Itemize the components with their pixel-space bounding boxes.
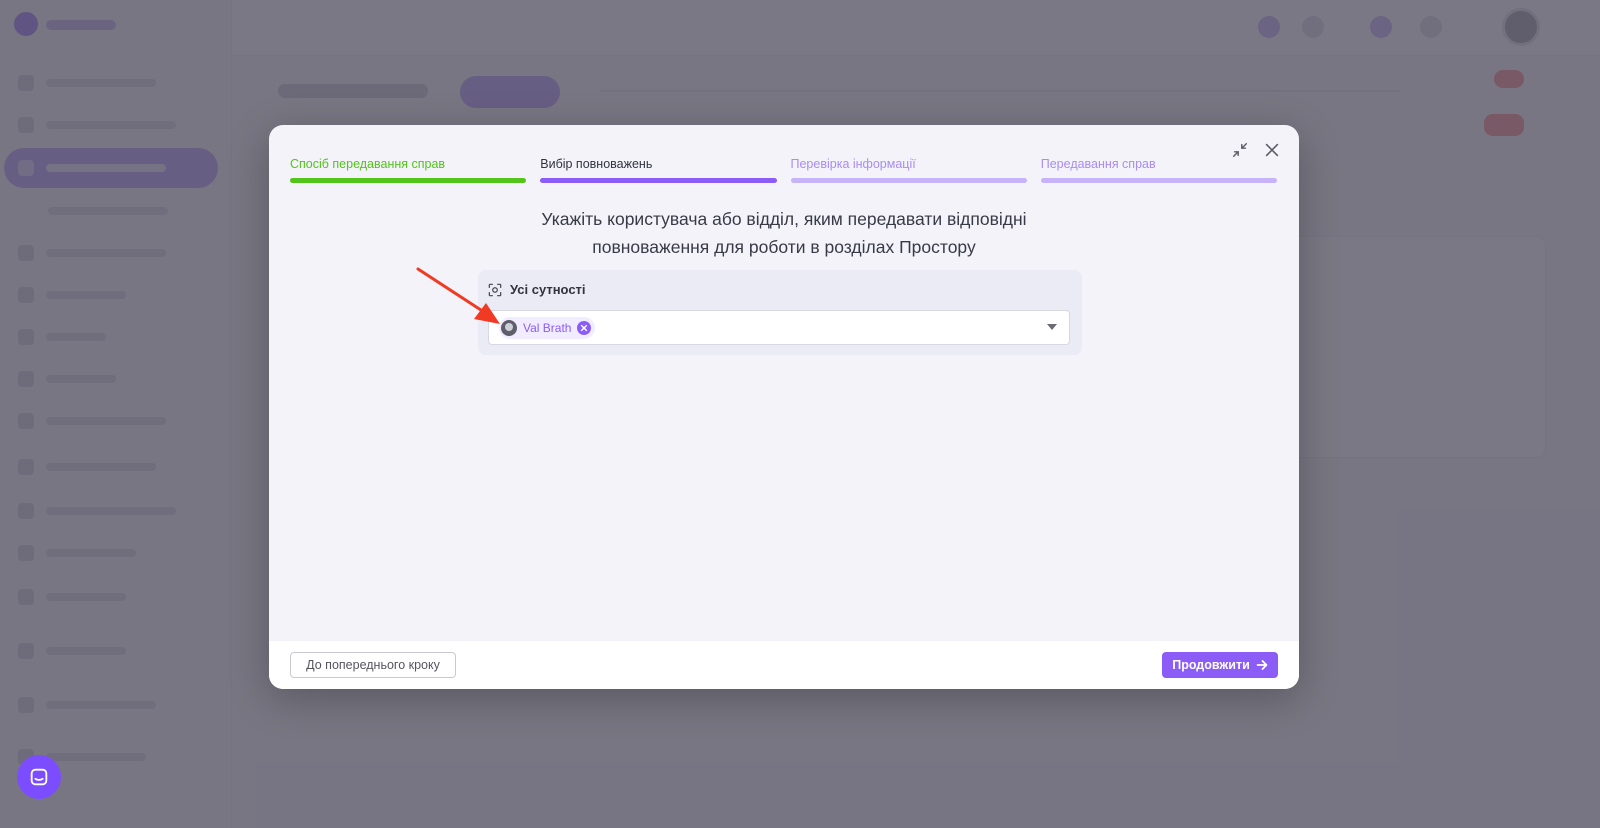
transfer-modal: Спосіб передавання справ Вибір повноваже…	[269, 125, 1299, 689]
back-button[interactable]: До попереднього кроку	[290, 652, 456, 678]
step-review: Перевірка інформації	[790, 157, 1027, 183]
continue-button[interactable]: Продовжити	[1162, 652, 1278, 678]
modal-heading: Укажіть користувача або відділ, яким пер…	[269, 205, 1299, 261]
step-label: Перевірка інформації	[790, 157, 916, 171]
step-permissions[interactable]: Вибір повноважень	[540, 157, 777, 183]
heading-line: повноваження для роботи в розділах Прост…	[592, 237, 976, 257]
step-label: Спосіб передавання справ	[290, 157, 446, 171]
entities-panel: Усі сутності Val Brath	[478, 270, 1082, 355]
step-transfer: Передавання справ	[1040, 157, 1277, 183]
step-progress-bar	[1040, 178, 1277, 183]
panel-label-text: Усі сутності	[510, 282, 586, 297]
remove-icon	[581, 324, 588, 331]
panel-label: Усі сутності	[488, 282, 586, 297]
stepper: Спосіб передавання справ Вибір повноваже…	[290, 157, 1277, 183]
avatar	[501, 319, 517, 336]
step-label: Передавання справ	[1040, 157, 1156, 171]
chip-label: Val Brath	[523, 320, 572, 335]
heading-line: Укажіть користувача або відділ, яким пер…	[541, 209, 1027, 229]
chip-remove-button[interactable]	[577, 320, 592, 335]
arrow-right-icon	[1256, 660, 1268, 670]
entities-icon	[488, 283, 502, 296]
selected-user-chip: Val Brath	[499, 316, 596, 339]
chat-icon	[30, 768, 48, 786]
step-progress-bar	[540, 178, 777, 183]
chevron-down-icon[interactable]	[1047, 324, 1057, 330]
step-transfer-method[interactable]: Спосіб передавання справ	[290, 157, 527, 183]
step-progress-bar	[790, 178, 1027, 183]
continue-label: Продовжити	[1172, 658, 1250, 672]
modal-footer: До попереднього кроку Продовжити	[269, 641, 1299, 689]
entity-select[interactable]: Val Brath	[488, 310, 1070, 345]
step-progress-bar	[290, 178, 527, 183]
step-label: Вибір повноважень	[540, 157, 653, 171]
chat-button[interactable]	[17, 755, 61, 799]
